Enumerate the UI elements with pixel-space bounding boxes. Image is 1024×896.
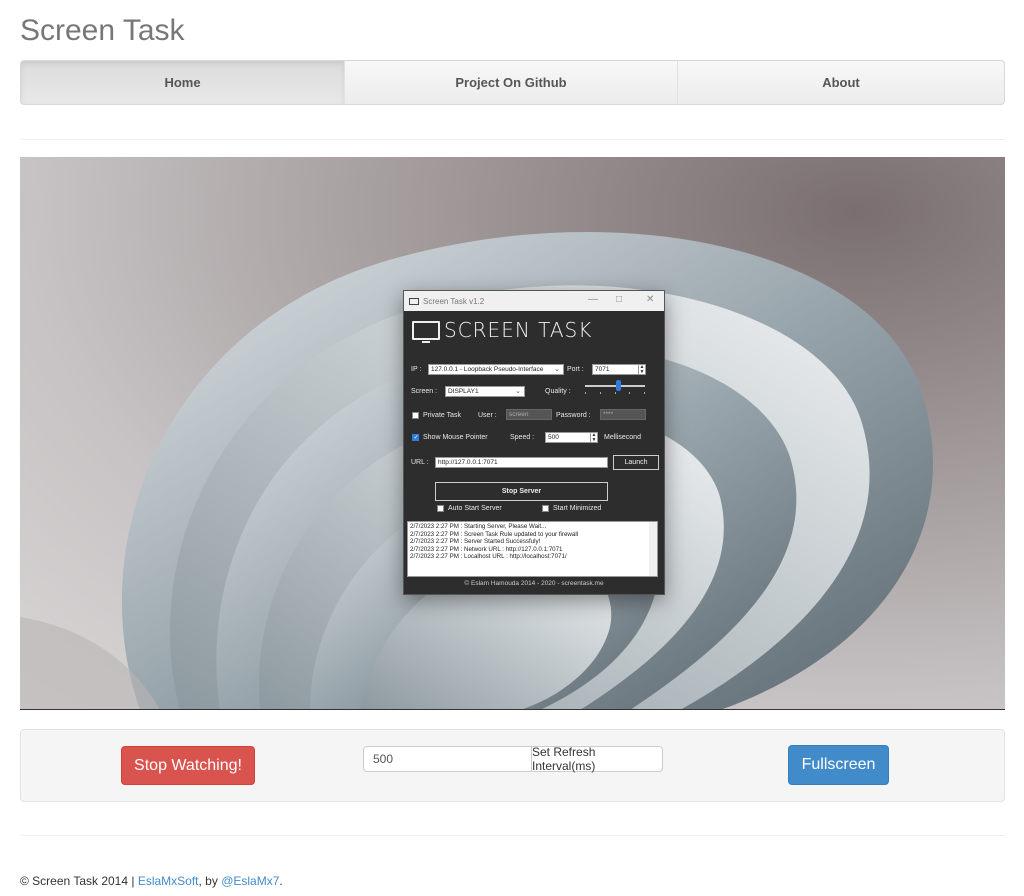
port-label: Port : bbox=[567, 366, 584, 373]
chevron-down-icon: ⌄ bbox=[554, 366, 560, 373]
screen-select: DISPLAY1 ⌄ bbox=[445, 386, 525, 397]
refresh-interval-input[interactable] bbox=[363, 746, 532, 772]
footer-by: , by bbox=[198, 874, 222, 888]
stop-watching-button[interactable]: Stop Watching! bbox=[121, 746, 255, 785]
launch-button: Launch bbox=[613, 455, 659, 470]
user-label: User : bbox=[478, 412, 497, 419]
auto-start-label: Auto Start Server bbox=[448, 505, 502, 512]
footer-link-eslamxsoft[interactable]: EslaMxSoft bbox=[138, 874, 199, 888]
main-nav: Home Project On Github About bbox=[20, 60, 1005, 105]
minimize-icon: — bbox=[588, 294, 598, 305]
screen-select-value: DISPLAY1 bbox=[448, 388, 479, 395]
logo-text: SCREEN TASK bbox=[444, 318, 593, 342]
log-line: 2/7/2023 2:27 PM : Localhost URL : http:… bbox=[410, 553, 567, 561]
monitor-logo-icon bbox=[412, 320, 440, 343]
close-icon: ✕ bbox=[646, 294, 655, 305]
footer-period: . bbox=[279, 874, 283, 888]
nav-about[interactable]: About bbox=[678, 61, 1004, 104]
show-mouse-checkbox bbox=[412, 434, 419, 441]
remote-screen-image: Screen Task v1.2 — □ ✕ SCREEN TASK IP : … bbox=[20, 157, 1005, 710]
spinner-icon: ▲ ▼ bbox=[590, 432, 597, 443]
user-field: screen bbox=[506, 409, 552, 420]
quality-label: Quality : bbox=[545, 388, 571, 395]
password-label: Password : bbox=[556, 412, 591, 419]
ip-select-value: 127.0.0.1 - Loopback Pseudo-Interface bbox=[431, 366, 544, 373]
footer-link-twitter[interactable]: @EslaMx7 bbox=[221, 874, 279, 888]
divider bbox=[20, 835, 1005, 836]
port-value: 7071 bbox=[595, 366, 610, 373]
divider bbox=[20, 139, 1005, 140]
nav-project-on-github[interactable]: Project On Github bbox=[345, 61, 678, 104]
private-task-checkbox bbox=[412, 412, 419, 419]
control-bar: Stop Watching! Set Refresh Interval(ms) … bbox=[20, 729, 1005, 802]
chevron-down-icon: ⌄ bbox=[515, 388, 521, 395]
maximize-icon: □ bbox=[616, 294, 623, 305]
page-title: Screen Task bbox=[20, 14, 185, 47]
page-footer: © Screen Task 2014 | EslaMxSoft, by @Esl… bbox=[20, 874, 283, 888]
app-footer: © Eslam Hamouda 2014 - 2020 - screentask… bbox=[464, 580, 604, 587]
spinner-icon: ▲ ▼ bbox=[638, 364, 645, 375]
nav-home[interactable]: Home bbox=[21, 61, 345, 104]
quality-slider bbox=[585, 385, 645, 387]
speed-label: Speed : bbox=[510, 434, 535, 441]
monitor-icon bbox=[409, 297, 419, 305]
password-field: **** bbox=[600, 409, 646, 420]
log-line: 2/7/2023 2:27 PM : Screen Task Rule upda… bbox=[410, 530, 579, 538]
log-line: 2/7/2023 2:27 PM : Network URL : http://… bbox=[410, 545, 563, 553]
set-refresh-interval-button[interactable]: Set Refresh Interval(ms) bbox=[531, 745, 663, 773]
screen-task-app-window: Screen Task v1.2 — □ ✕ SCREEN TASK IP : … bbox=[403, 290, 665, 595]
app-titlebar: Screen Task v1.2 — □ ✕ bbox=[404, 291, 664, 311]
app-window-title: Screen Task v1.2 bbox=[423, 296, 485, 306]
ip-label: IP : bbox=[411, 366, 422, 373]
log-scrollbar bbox=[649, 522, 657, 576]
quality-slider-ticks bbox=[585, 392, 645, 394]
auto-start-checkbox bbox=[437, 505, 444, 512]
app-logo: SCREEN TASK bbox=[412, 318, 593, 343]
log-line: 2/7/2023 2:27 PM : Server Started Succes… bbox=[410, 538, 541, 546]
quality-slider-thumb bbox=[616, 380, 621, 391]
show-mouse-label: Show Mouse Pointer bbox=[423, 434, 488, 441]
log-box: 2/7/2023 2:27 PM : Starting Server, Plea… bbox=[407, 521, 658, 577]
private-task-label: Private Task bbox=[423, 412, 461, 419]
url-label: URL : bbox=[411, 459, 429, 466]
stop-server-button: Stop Server bbox=[435, 482, 608, 501]
start-minimized-label: Start Minimized bbox=[553, 505, 602, 512]
port-field: 7071 ▲ ▼ bbox=[592, 364, 646, 375]
speed-unit: Mellisecond bbox=[604, 434, 641, 441]
url-field: http://127.0.0.1:7071 bbox=[435, 457, 608, 468]
footer-copyright: © Screen Task 2014 | bbox=[20, 874, 138, 888]
screen-label: Screen : bbox=[411, 388, 438, 395]
fullscreen-button[interactable]: Fullscreen bbox=[788, 745, 889, 785]
speed-field: 500 ▲ ▼ bbox=[545, 432, 598, 443]
start-minimized-checkbox bbox=[542, 505, 549, 512]
ip-select: 127.0.0.1 - Loopback Pseudo-Interface ⌄ bbox=[428, 364, 564, 375]
log-line: 2/7/2023 2:27 PM : Starting Server, Plea… bbox=[410, 523, 547, 530]
speed-value: 500 bbox=[548, 434, 559, 441]
